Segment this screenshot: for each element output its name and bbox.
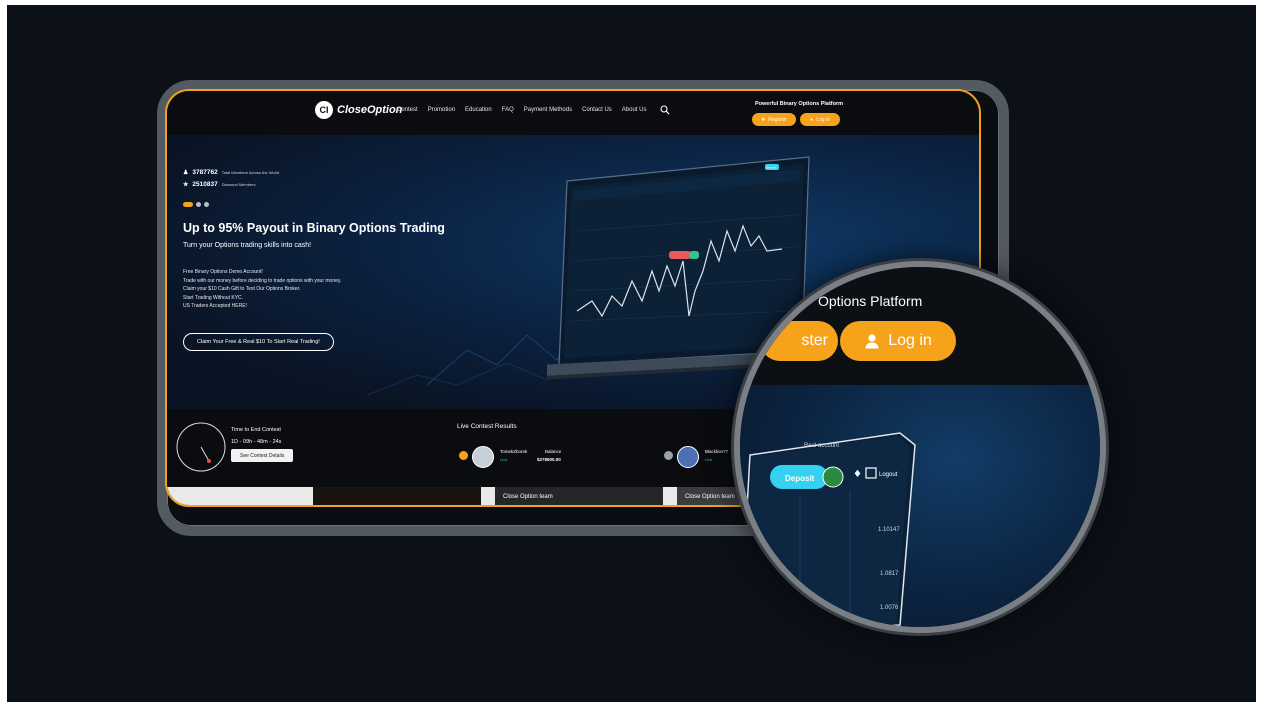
search-icon[interactable] bbox=[660, 105, 670, 115]
navbar: CI CloseOption Contest Promotion Educati… bbox=[167, 91, 979, 135]
card-label: Close Option team bbox=[685, 494, 735, 500]
hero-headline: Up to 95% Payout in Binary Options Tradi… bbox=[183, 221, 445, 235]
zoomed-logout-label: Logout bbox=[879, 472, 898, 478]
register-button[interactable]: ✚ Register bbox=[752, 113, 796, 126]
zoomed-login-button[interactable]: Log in bbox=[840, 321, 956, 361]
countdown-clock-icon bbox=[176, 422, 226, 472]
price-label: 1.0817 bbox=[880, 571, 899, 577]
nav-link-about-us[interactable]: About Us bbox=[622, 107, 647, 113]
members-icon: ♟ bbox=[183, 170, 189, 176]
diamond-caption: Diamond Members bbox=[221, 182, 256, 187]
bullet-line: Start Trading Without KYC. bbox=[183, 294, 244, 301]
register-label: Register bbox=[768, 116, 787, 123]
login-label: Log in bbox=[816, 116, 830, 123]
nav-link-contact-us[interactable]: Contact Us bbox=[582, 107, 612, 113]
zoomed-deposit-label: Deposit bbox=[785, 474, 815, 483]
claim-bonus-button[interactable]: Claim Your Free & Real $10 To Start Real… bbox=[183, 333, 334, 351]
user-plus-icon: ✚ bbox=[761, 116, 766, 123]
gold-medal-icon bbox=[459, 451, 468, 460]
live-contest-title: Live Contest Results bbox=[457, 423, 517, 430]
bell-icon: ♦ bbox=[853, 469, 862, 480]
zoomed-register-button[interactable]: ster bbox=[760, 321, 838, 361]
star-icon: ★ bbox=[183, 182, 189, 188]
see-contest-details-button[interactable]: See Contest Details bbox=[231, 449, 294, 462]
bullet-line: Free Binary Options Demo Account! bbox=[183, 269, 263, 275]
zoomed-login-label: Log in bbox=[888, 332, 932, 349]
magnifier-lens: Options Platform ster Log in Deposit Rea… bbox=[734, 261, 1106, 633]
price-label: 1.10147 bbox=[878, 527, 900, 533]
real-account-label: Real account bbox=[804, 443, 839, 449]
bullet-line: Claim your $10 Cash Gift to Test Our Opt… bbox=[183, 286, 301, 292]
zoomed-tagline: Options Platform bbox=[818, 293, 923, 309]
live-status: Live bbox=[705, 457, 713, 462]
zoomed-register-label: ster bbox=[801, 332, 828, 349]
card-label: Close Option team bbox=[503, 494, 553, 500]
user-icon: ● bbox=[810, 116, 814, 123]
nav-link-faq[interactable]: FAQ bbox=[502, 107, 514, 113]
trader-balance: $278600.00 bbox=[537, 457, 561, 462]
nav-links: Contest Promotion Education FAQ Payment … bbox=[397, 107, 646, 113]
trader-avatar bbox=[472, 446, 494, 468]
nav-link-payment-methods[interactable]: Payment Methods bbox=[524, 107, 572, 113]
members-caption: Total Members Across the World bbox=[221, 170, 280, 175]
members-count: 3787762 bbox=[192, 169, 218, 176]
hero-subhead: Turn your Options trading skills into ca… bbox=[183, 242, 312, 249]
countdown-timer: 1D - 09h - 48m - 24s bbox=[231, 439, 282, 445]
bullet-line: Trade with our money before deciding to … bbox=[183, 277, 342, 284]
silver-medal-icon bbox=[664, 451, 673, 460]
news-card[interactable] bbox=[313, 487, 481, 505]
user-icon bbox=[865, 334, 879, 349]
nav-link-promotion[interactable]: Promotion bbox=[428, 107, 455, 113]
logo-text: CloseOption bbox=[337, 104, 403, 116]
nav-link-contest[interactable]: Contest bbox=[397, 107, 418, 113]
login-button[interactable]: ● Log in bbox=[800, 113, 840, 126]
carousel-dot[interactable] bbox=[196, 202, 201, 207]
logo-icon: CI bbox=[315, 101, 333, 119]
zoomed-laptop-screen: Deposit Real account ♦ Logout 1.10147 1.… bbox=[740, 432, 916, 627]
time-to-end-label: Time to End Contest bbox=[231, 427, 281, 433]
bullet-line: US Traders Accepted HERE! bbox=[183, 303, 247, 309]
diamond-count: 2510837 bbox=[192, 181, 218, 188]
laptop-deposit-label: Deposit bbox=[766, 166, 776, 170]
trader-name: TomekZborek bbox=[500, 449, 528, 454]
price-label: 1.0076 bbox=[880, 605, 899, 611]
carousel-dot[interactable] bbox=[183, 202, 193, 207]
nav-link-education[interactable]: Education bbox=[465, 107, 492, 113]
diamond-stat: ★ 2510837 Diamond Members bbox=[183, 181, 256, 188]
live-status: Live bbox=[500, 457, 508, 462]
balance-label: Balance bbox=[545, 449, 562, 454]
trader-name: Blacklion77 bbox=[705, 449, 729, 454]
carousel-dots bbox=[183, 202, 209, 207]
news-card[interactable]: Close Option team bbox=[495, 487, 663, 505]
carousel-dot[interactable] bbox=[204, 202, 209, 207]
trader-avatar bbox=[677, 446, 699, 468]
members-stat: ♟ 3787762 Total Members Across the World bbox=[183, 169, 279, 176]
hero-bullets: Free Binary Options Demo Account! Trade … bbox=[183, 268, 341, 311]
site-logo[interactable]: CI CloseOption bbox=[315, 101, 402, 119]
platform-tagline: Powerful Binary Options Platform bbox=[755, 101, 844, 107]
